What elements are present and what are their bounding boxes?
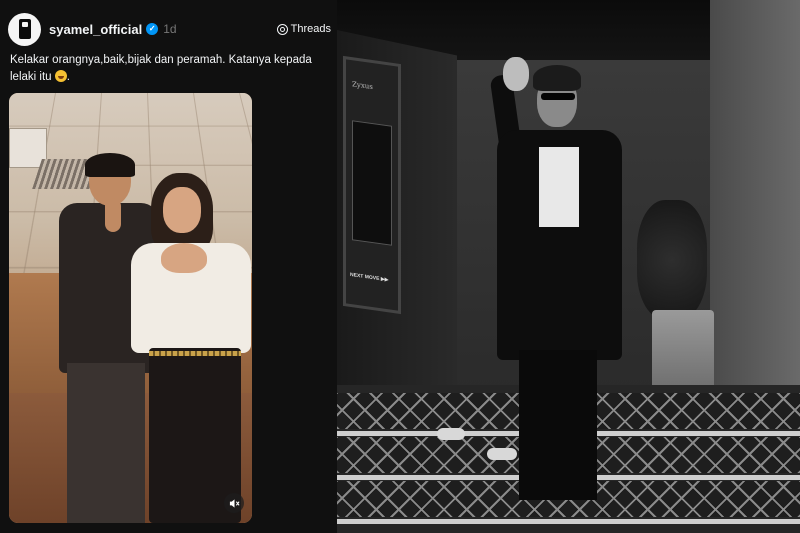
sunglasses [541, 93, 575, 100]
threads-logo-icon [276, 23, 288, 35]
photo-right-wall [710, 0, 800, 400]
muted-speaker-icon [229, 498, 240, 508]
heart-hands [161, 243, 207, 273]
threads-label: Threads [290, 23, 331, 35]
hair [533, 65, 581, 91]
plant [637, 200, 707, 320]
left-shoe [437, 428, 465, 440]
username[interactable]: syamel_official [49, 22, 142, 37]
threads-post: syamel_official ✓ 1d Threads Kelakar ora… [0, 0, 337, 533]
woman-head [163, 187, 201, 233]
chain-belt [149, 351, 241, 356]
post-video[interactable] [9, 93, 252, 523]
avatar[interactable] [8, 12, 41, 46]
lamp [652, 310, 714, 390]
threads-link[interactable]: Threads [276, 23, 331, 35]
white-shirt [539, 147, 579, 227]
post-timestamp: 1d [163, 22, 177, 36]
post-header: syamel_official ✓ 1d Threads [8, 12, 331, 46]
poster-sign: NEXT MOVE ▶▶ [350, 271, 389, 284]
poster-panel [352, 120, 392, 246]
caption-end: . [66, 71, 70, 83]
woman-figure [121, 173, 251, 523]
caption-line-1: Kelakar orangnya,baik,bijak dan peramah.… [10, 54, 312, 66]
photo-panel: Zyxus NEXT MOVE ▶▶ [337, 0, 800, 533]
man-hand [105, 198, 121, 232]
post-caption: Kelakar orangnya,baik,bijak dan peramah.… [10, 52, 330, 86]
caption-line-2: lelaki itu [10, 71, 52, 83]
mute-button[interactable] [224, 493, 244, 513]
black-trousers [519, 350, 597, 500]
avatar-logo-icon [18, 19, 31, 39]
face-with-tears-of-joy-icon [54, 70, 67, 82]
wall-poster: Zyxus NEXT MOVE ▶▶ [343, 55, 401, 315]
poster-title: Zyxus [352, 80, 373, 92]
verified-badge-icon: ✓ [146, 23, 159, 35]
waving-hand [503, 57, 529, 91]
right-shoe [487, 448, 517, 460]
